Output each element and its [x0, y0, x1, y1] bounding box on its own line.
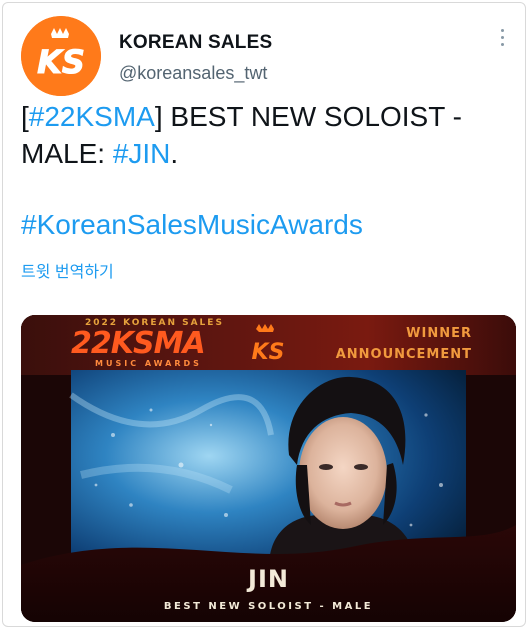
korean-sales-logo-icon: KS [21, 16, 101, 96]
card-logo-text: 22KSMA [71, 326, 206, 361]
tweet-card: KS KOREAN SALES @koreansales_twt [#22KSM… [2, 2, 526, 627]
card-announcement-label: ANNOUNCEMENT [335, 347, 472, 362]
card-logo-sub-text: MUSIC AWARDS [95, 359, 202, 368]
badge-letters: KS [252, 340, 285, 365]
card-winner-label: WINNER [406, 326, 472, 341]
tweet-text-bracket: [ [21, 101, 29, 132]
media-image[interactable]: KS 2022 KOREAN SALES 22KSMA MUSIC AWARDS… [21, 315, 516, 622]
tweet-text-period: . [170, 138, 179, 169]
account-name[interactable]: KOREAN SALES [119, 32, 272, 54]
tweet-text-title: ] BEST NEW SOLOIST - [154, 101, 462, 132]
hashtag-koreansalesmusicawards-link[interactable]: #KoreanSalesMusicAwards [21, 209, 363, 241]
translate-tweet-link[interactable]: 트윗 번역하기 [21, 258, 114, 282]
avatar[interactable]: KS [21, 16, 101, 96]
account-handle[interactable]: @koreansales_twt [119, 63, 267, 84]
tweet-text: [#22KSMA] BEST NEW SOLOIST - MALE: #JIN. [21, 98, 511, 172]
card-category: BEST NEW SOLOIST - MALE [163, 601, 374, 612]
hashtag-jin-link[interactable]: #JIN [113, 138, 171, 169]
avatar-letters: KS [37, 43, 85, 81]
tweet-text-line2: MALE: [21, 138, 113, 169]
card-artist-name: JIN [248, 565, 289, 593]
hashtag-22ksma-link[interactable]: #22KSMA [29, 101, 155, 132]
more-options-icon[interactable] [495, 29, 509, 51]
